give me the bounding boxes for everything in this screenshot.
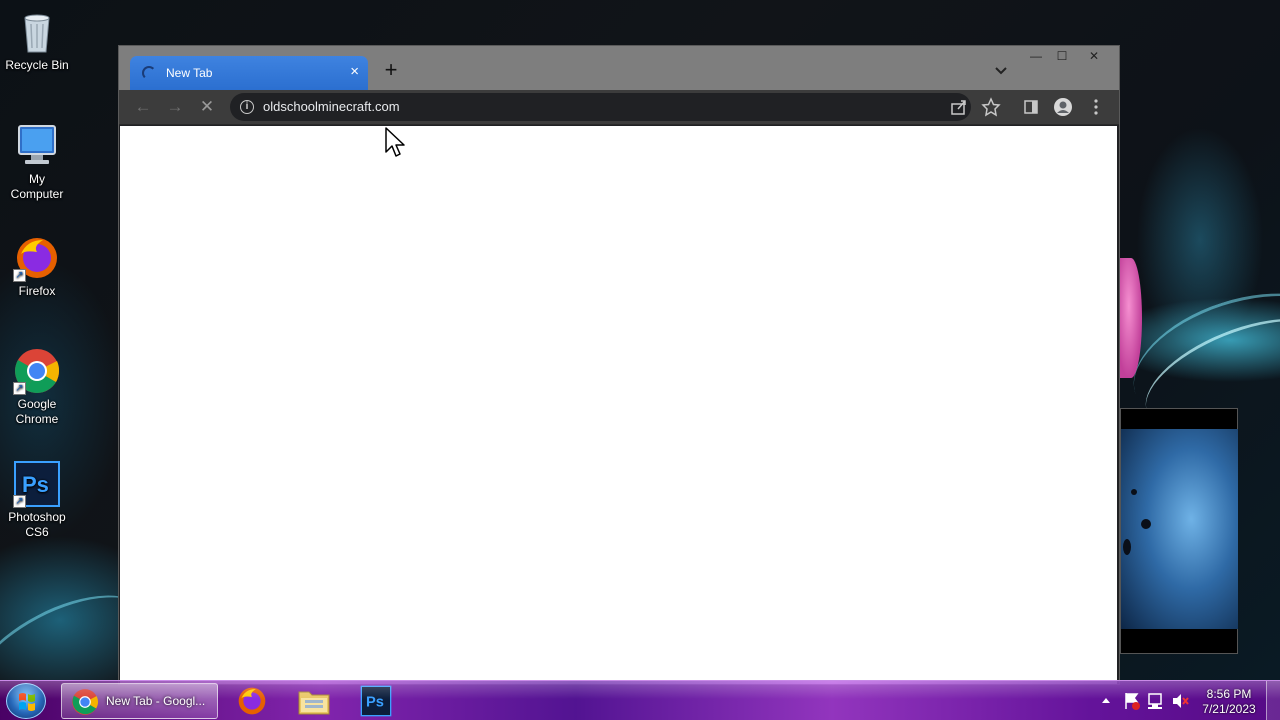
chrome-window: New Tab × + — ☐ ✕ ← → ✕ i oldschoolminec…: [118, 45, 1120, 685]
desktop-icon-label: Google Chrome: [15, 397, 59, 426]
volume-tray-button[interactable]: [1170, 681, 1190, 720]
desktop-icon-photoshop[interactable]: Ps ↗ Photoshop CS6: [0, 460, 74, 540]
stop-loading-button[interactable]: ✕: [195, 96, 219, 118]
browser-toolbar: ← → ✕ i oldschoolminecraft.com: [119, 90, 1119, 125]
clock-date: 7/21/2023: [1202, 702, 1256, 716]
close-window-button[interactable]: ✕: [1081, 47, 1107, 65]
mouse-cursor-icon: [385, 127, 405, 157]
preview-dot: [1123, 539, 1131, 555]
desktop-icon-label: Recycle Bin: [5, 58, 69, 72]
background-window-preview[interactable]: [1120, 408, 1238, 654]
preview-image: [1121, 429, 1238, 629]
network-tray-button[interactable]: [1146, 681, 1166, 720]
tab-search-button[interactable]: [991, 60, 1011, 80]
side-panel-icon: [1024, 100, 1038, 114]
more-vert-icon: [1094, 99, 1098, 115]
flag-icon: [1125, 693, 1140, 710]
chrome-icon: ↗: [13, 347, 61, 395]
chrome-icon: [72, 689, 98, 715]
avatar-icon: [1054, 98, 1072, 116]
recycle-bin-icon: [13, 8, 61, 56]
desktop-icon-label: My Computer: [10, 172, 64, 201]
back-button[interactable]: ←: [131, 96, 155, 118]
chevron-up-icon: [1102, 698, 1110, 703]
show-hidden-icons-button[interactable]: [1100, 681, 1112, 720]
taskbar-item-photoshop[interactable]: Ps: [356, 683, 396, 719]
address-bar[interactable]: i oldschoolminecraft.com: [230, 93, 971, 121]
shortcut-arrow-icon: ↗: [13, 269, 26, 282]
title-bar[interactable]: New Tab × + — ☐ ✕: [119, 46, 1119, 90]
taskbar-item-file-explorer[interactable]: [294, 683, 334, 719]
action-center-tray-button[interactable]: [1122, 681, 1142, 720]
taskbar: New Tab - Googl... Ps 8:56 PM 7/21/2023: [0, 680, 1280, 720]
firefox-icon: ↗: [13, 234, 61, 282]
share-icon: [951, 100, 966, 115]
photoshop-icon: Ps: [360, 685, 392, 717]
taskbar-item-chrome[interactable]: New Tab - Googl...: [61, 683, 218, 719]
new-tab-button[interactable]: +: [381, 59, 401, 81]
start-button[interactable]: [6, 683, 46, 719]
desktop-icon-recycle-bin[interactable]: Recycle Bin: [0, 8, 74, 73]
preview-dot: [1141, 519, 1151, 529]
desktop-icon-google-chrome[interactable]: ↗ Google Chrome: [0, 347, 74, 427]
minimize-button[interactable]: —: [1023, 47, 1049, 65]
share-button[interactable]: [948, 97, 970, 117]
photoshop-icon: Ps ↗: [13, 460, 61, 508]
desktop-icon-firefox[interactable]: ↗ Firefox: [0, 234, 74, 299]
desktop-icon-label: Photoshop CS6: [8, 510, 66, 539]
taskbar-item-firefox[interactable]: [232, 683, 272, 719]
network-icon: [1148, 693, 1162, 709]
menu-button[interactable]: [1084, 96, 1108, 118]
svg-text:Ps: Ps: [366, 694, 384, 710]
taskbar-item-label: New Tab - Googl...: [106, 694, 206, 708]
folder-icon: [298, 691, 330, 715]
volume-muted-icon: [1173, 694, 1189, 708]
profile-button[interactable]: [1051, 96, 1075, 118]
windows-logo-icon: [19, 693, 35, 711]
tab-new-tab[interactable]: New Tab ×: [130, 56, 368, 90]
info-icon[interactable]: i: [240, 100, 254, 114]
svg-text:Ps: Ps: [22, 472, 49, 497]
taskbar-clock[interactable]: 8:56 PM 7/21/2023: [1196, 687, 1262, 717]
star-icon: [981, 97, 1001, 117]
show-desktop-button[interactable]: [1266, 681, 1280, 720]
bookmark-button[interactable]: [979, 96, 1003, 118]
tab-title: New Tab: [166, 66, 213, 80]
side-panel-button[interactable]: [1019, 96, 1043, 118]
shortcut-arrow-icon: ↗: [13, 382, 26, 395]
wallpaper-figure: [1120, 258, 1142, 378]
clock-time: 8:56 PM: [1206, 687, 1252, 701]
computer-icon: [13, 122, 61, 170]
shortcut-arrow-icon: ↗: [13, 495, 26, 508]
preview-dot: [1131, 489, 1137, 495]
forward-button[interactable]: →: [163, 96, 187, 118]
url-text[interactable]: oldschoolminecraft.com: [263, 99, 400, 114]
chevron-down-icon: [995, 67, 1007, 75]
loading-spinner-icon: [142, 66, 156, 80]
desktop-icon-label: Firefox: [18, 284, 56, 298]
page-content-area[interactable]: [120, 126, 1117, 684]
maximize-button[interactable]: ☐: [1049, 47, 1075, 65]
tab-close-button[interactable]: ×: [350, 64, 359, 80]
firefox-icon: [238, 687, 266, 715]
desktop-icon-my-computer[interactable]: My Computer: [0, 122, 74, 202]
